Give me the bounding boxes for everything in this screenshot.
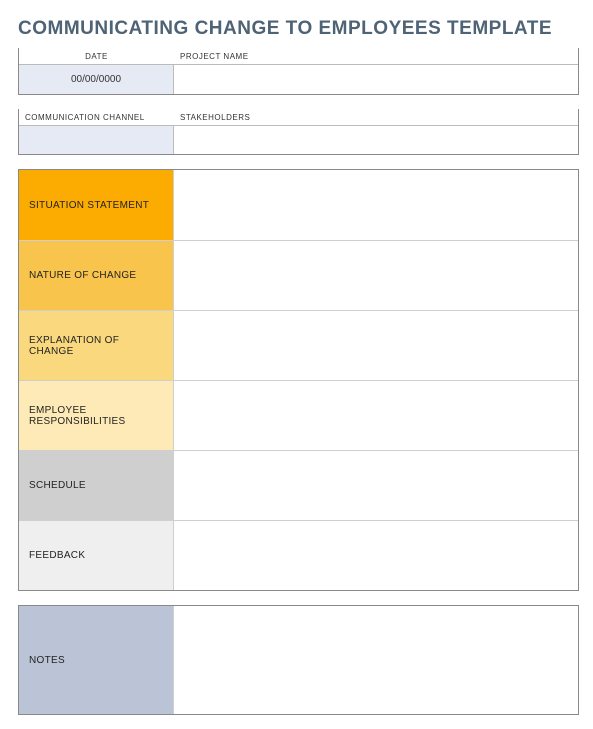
section-input[interactable] bbox=[174, 451, 578, 520]
section-label: SCHEDULE bbox=[19, 451, 174, 520]
section-input[interactable] bbox=[174, 170, 578, 240]
section-situation: SITUATION STATEMENT bbox=[19, 170, 578, 240]
section-input[interactable] bbox=[174, 311, 578, 380]
section-input[interactable] bbox=[174, 521, 578, 590]
project-input[interactable] bbox=[174, 65, 578, 94]
meta-block-1: DATE PROJECT NAME 00/00/0000 bbox=[18, 48, 579, 95]
notes-label: NOTES bbox=[19, 606, 174, 714]
section-input[interactable] bbox=[174, 241, 578, 310]
section-label: EXPLANATION OF CHANGE bbox=[19, 311, 174, 380]
meta-block-2: COMMUNICATION CHANNEL STAKEHOLDERS bbox=[18, 109, 579, 155]
section-label: NATURE OF CHANGE bbox=[19, 241, 174, 310]
project-header: PROJECT NAME bbox=[174, 48, 578, 64]
date-header: DATE bbox=[19, 48, 174, 64]
sections-block: SITUATION STATEMENT NATURE OF CHANGE EXP… bbox=[18, 169, 579, 591]
date-input[interactable]: 00/00/0000 bbox=[19, 65, 174, 94]
section-label: SITUATION STATEMENT bbox=[19, 170, 174, 240]
channel-header: COMMUNICATION CHANNEL bbox=[19, 109, 174, 125]
section-feedback: FEEDBACK bbox=[19, 520, 578, 590]
section-responsibilities: EMPLOYEE RESPONSIBILITIES bbox=[19, 380, 578, 450]
section-label: FEEDBACK bbox=[19, 521, 174, 590]
section-input[interactable] bbox=[174, 381, 578, 450]
section-explanation: EXPLANATION OF CHANGE bbox=[19, 310, 578, 380]
section-schedule: SCHEDULE bbox=[19, 450, 578, 520]
channel-input[interactable] bbox=[19, 126, 174, 154]
page-title: COMMUNICATING CHANGE TO EMPLOYEES TEMPLA… bbox=[18, 18, 579, 40]
section-label: EMPLOYEE RESPONSIBILITIES bbox=[19, 381, 174, 450]
section-nature: NATURE OF CHANGE bbox=[19, 240, 578, 310]
stakeholders-input[interactable] bbox=[174, 126, 578, 154]
notes-input[interactable] bbox=[174, 606, 578, 714]
stakeholders-header: STAKEHOLDERS bbox=[174, 109, 578, 125]
notes-block: NOTES bbox=[18, 605, 579, 715]
